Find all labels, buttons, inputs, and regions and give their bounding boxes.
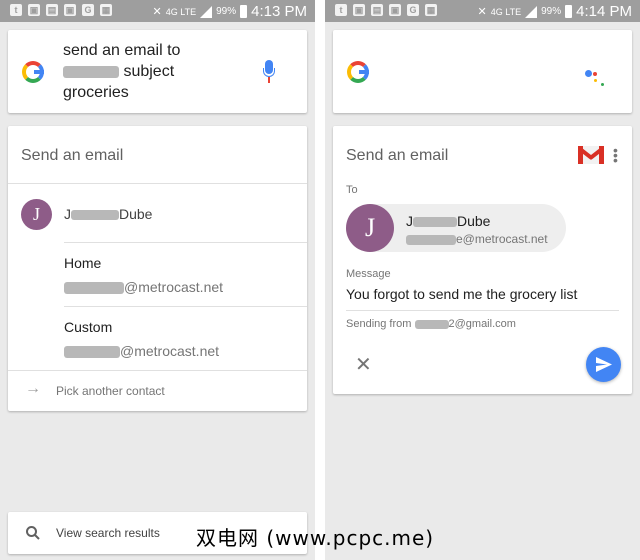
signal-icon <box>525 5 538 18</box>
divider <box>64 306 307 307</box>
clock: 4:13 PM <box>251 3 307 20</box>
search-query-card[interactable]: send an email to subject groceries <box>8 30 307 113</box>
battery-percent: 99% <box>541 6 562 17</box>
screenshot-icon: ▦ <box>425 4 437 16</box>
status-right: ✕ 4G LTE 99% 4:14 PM <box>478 3 632 20</box>
google-logo-icon <box>347 61 369 83</box>
battery-percent: 99% <box>216 6 237 17</box>
option-label-home: Home <box>64 255 102 271</box>
mute-icon: ✕ <box>477 6 487 18</box>
search-icon <box>26 526 40 540</box>
notification-icons: t ▣ ▤ ▣ G ▦ <box>335 4 437 16</box>
contact-name: J Dube <box>64 206 153 222</box>
search-query-card[interactable] <box>333 30 632 113</box>
query-line-2: subject <box>63 61 180 82</box>
send-email-card: Send an email J J Dube Home @metrocast.ne… <box>8 126 307 411</box>
image-icon: ▣ <box>28 4 40 16</box>
pick-another-contact-row[interactable]: → Pick another contact <box>8 371 307 411</box>
query-line-3: groceries <box>63 84 129 101</box>
send-email-compose-card: Send an email • • • To J J Dube e@metrocast… <box>333 126 632 394</box>
google-icon: G <box>407 4 419 16</box>
close-icon[interactable]: ✕ <box>355 352 372 377</box>
contact-row[interactable]: J J Dube <box>8 184 307 242</box>
photo-icon: ▣ <box>389 4 401 16</box>
divider <box>64 242 307 243</box>
photo-icon: ▣ <box>64 4 76 16</box>
status-bar: t ▣ ▤ ▣ G ▦ ✕ 4G LTE 99% 4:13 PM <box>0 0 315 22</box>
view-search-results-label: View search results <box>56 526 160 540</box>
screenshot-icon: ▦ <box>100 4 112 16</box>
recipient-avatar: J <box>346 204 394 252</box>
network-indicator: 4G LTE <box>165 6 197 17</box>
assistant-dots-icon <box>585 70 605 90</box>
recipient-email: e@metrocast.net <box>406 232 548 246</box>
pick-another-contact-label: Pick another contact <box>56 384 165 398</box>
option-email-custom: @metrocast.net <box>64 343 219 359</box>
right-screen: t ▣ ▤ ▣ G ▦ ✕ 4G LTE 99% 4:14 PM Send an… <box>325 0 640 560</box>
clock: 4:14 PM <box>576 3 632 20</box>
image-icon: ▣ <box>353 4 365 16</box>
email-option-custom[interactable]: Custom @metrocast.net <box>8 308 307 370</box>
status-right: ✕ 4G LTE 99% 4:13 PM <box>153 3 307 20</box>
voice-query-text: send an email to subject groceries <box>63 40 180 103</box>
twitter-icon: t <box>10 4 22 16</box>
left-screen: t ▣ ▤ ▣ G ▦ ✕ 4G LTE 99% 4:13 PM send an… <box>0 0 315 560</box>
card-title: Send an email <box>346 147 449 164</box>
recipient-chip[interactable]: J J Dube e@metrocast.net <box>346 204 566 252</box>
query-line-1: send an email to <box>63 42 181 59</box>
microphone-icon[interactable] <box>263 60 275 84</box>
status-bar: t ▣ ▤ ▣ G ▦ ✕ 4G LTE 99% 4:14 PM <box>325 0 640 22</box>
arrow-right-icon: → <box>25 380 41 397</box>
message-field[interactable]: You forgot to send me the grocery list <box>346 286 619 311</box>
gmail-icon[interactable] <box>578 146 604 164</box>
signal-icon <box>200 5 213 18</box>
to-label: To <box>346 184 358 196</box>
battery-icon <box>565 5 573 18</box>
network-indicator: 4G LTE <box>490 6 522 17</box>
recipient-name: J Dube <box>406 213 491 229</box>
notification-icons: t ▣ ▤ ▣ G ▦ <box>10 4 112 16</box>
sending-from: Sending from 2@gmail.com <box>346 318 516 330</box>
send-button[interactable] <box>586 347 621 382</box>
battery-icon <box>240 5 248 18</box>
mute-icon: ✕ <box>152 6 162 18</box>
email-option-home[interactable]: Home @metrocast.net <box>8 244 307 306</box>
option-email-home: @metrocast.net <box>64 279 223 295</box>
more-options-icon[interactable]: • • • <box>613 143 618 167</box>
contact-avatar: J <box>21 199 52 230</box>
card-title: Send an email <box>21 147 124 164</box>
send-icon <box>596 357 612 372</box>
option-label-custom: Custom <box>64 319 113 335</box>
gallery-icon: ▤ <box>371 4 383 16</box>
google-logo-icon <box>22 61 44 83</box>
watermark: 双电网 (www.pcpc.me) <box>196 526 435 550</box>
message-text: You forgot to send me the grocery list <box>346 286 578 302</box>
gallery-icon: ▤ <box>46 4 58 16</box>
message-label: Message <box>346 268 391 280</box>
redacted-recipient <box>63 65 119 78</box>
google-icon: G <box>82 4 94 16</box>
twitter-icon: t <box>335 4 347 16</box>
